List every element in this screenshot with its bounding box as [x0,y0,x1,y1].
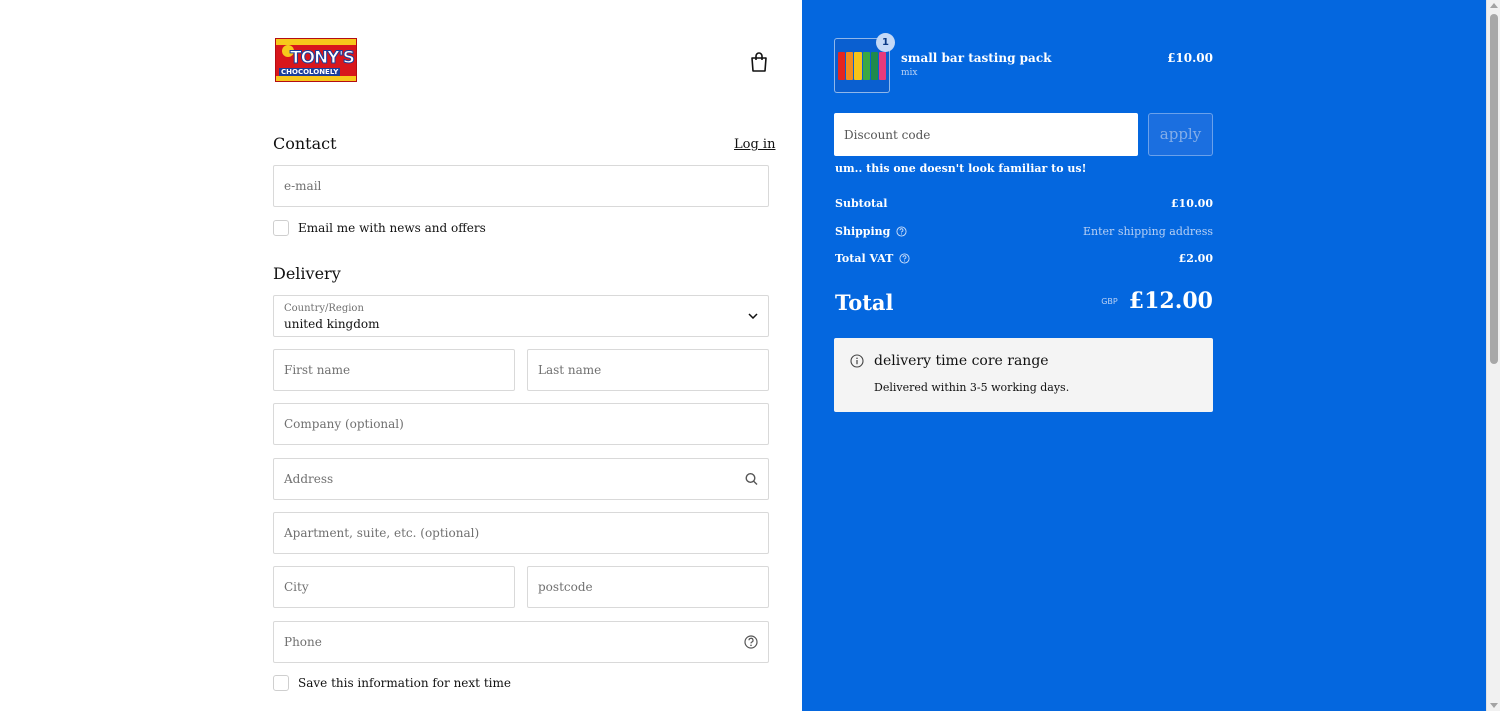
apply-discount-button[interactable]: apply [1148,113,1213,156]
scroll-down-arrow-icon[interactable] [1490,703,1498,708]
country-label: Country/Region [284,303,364,314]
vat-label-text: Total VAT [835,252,894,265]
logo-subtext: CHOCOLONELY [279,68,341,76]
total-value-group: GBP £12.00 [1000,288,1213,314]
first-name-field[interactable]: First name [273,349,515,391]
checkout-form-panel: TONY'S CHOCOLONELY Contact Log in e-mail… [0,0,802,711]
last-name-field[interactable]: Last name [527,349,769,391]
country-select[interactable]: Country/Region united kingdom [273,295,769,337]
logo-stripe-bottom [276,76,356,81]
news-checkbox-row[interactable]: Email me with news and offers [273,220,486,236]
discount-placeholder: Discount code [844,127,931,142]
delivery-info-body: Delivered within 3-5 working days. [874,381,1070,394]
first-name-placeholder: First name [284,363,351,377]
contact-heading: Contact [273,134,337,153]
subtotal-label-text: Subtotal [835,197,888,210]
delivery-info-title: delivery time core range [874,353,1049,369]
discount-code-input[interactable]: Discount code [834,113,1138,156]
postcode-placeholder: postcode [538,580,593,594]
save-info-label: Save this information for next time [298,676,511,690]
news-checkbox-label: Email me with news and offers [298,221,486,235]
total-currency: GBP [1101,297,1118,306]
product-variant: mix [901,68,918,78]
product-price: £10.00 [1167,51,1213,65]
shopping-bag-icon[interactable] [749,51,769,73]
email-placeholder: e-mail [284,179,322,193]
shipping-label: Shipping [835,225,907,238]
news-checkbox[interactable] [273,220,289,236]
save-info-checkbox[interactable] [273,675,289,691]
country-value: united kingdom [284,317,380,331]
company-field[interactable]: Company (optional) [273,403,769,445]
tonys-chocolonely-logo[interactable]: TONY'S CHOCOLONELY [275,38,357,82]
page-scrollbar[interactable] [1486,0,1500,711]
total-label: Total [835,290,894,315]
delivery-info-box: delivery time core range Delivered withi… [834,338,1213,412]
logo-wordmark: TONY'S [289,48,355,69]
scrollbar-thumb[interactable] [1490,14,1498,364]
search-icon [745,472,758,485]
chevron-down-icon [748,313,758,319]
last-name-placeholder: Last name [538,363,602,377]
vat-value: £2.00 [1178,252,1213,265]
address-placeholder: Address [284,472,334,486]
apartment-field[interactable]: Apartment, suite, etc. (optional) [273,512,769,554]
discount-error-message: um.. this one doesn't look familiar to u… [835,162,1087,175]
address-field[interactable]: Address [273,458,769,500]
quantity-badge: 1 [876,33,895,52]
shipping-label-text: Shipping [835,225,891,238]
question-circle-icon[interactable] [744,635,758,649]
subtotal-label: Subtotal [835,197,887,210]
subtotal-value: £10.00 [1170,197,1213,210]
phone-field[interactable]: Phone [273,621,769,663]
apartment-placeholder: Apartment, suite, etc. (optional) [284,526,480,540]
city-field[interactable]: City [273,566,515,608]
vat-help-icon[interactable] [899,253,910,264]
product-name: small bar tasting pack [901,51,1052,65]
info-icon [850,354,864,368]
company-placeholder: Company (optional) [284,417,404,431]
phone-placeholder: Phone [284,635,322,649]
save-info-checkbox-row[interactable]: Save this information for next time [273,675,511,691]
product-image-bars [838,52,887,80]
postcode-field[interactable]: postcode [527,566,769,608]
shipping-help-icon[interactable] [896,226,907,237]
total-amount: £12.00 [1128,288,1213,314]
shipping-value: Enter shipping address [1083,225,1213,238]
email-field[interactable]: e-mail [273,165,769,207]
delivery-heading: Delivery [273,264,341,283]
vat-label: Total VAT [835,252,910,265]
city-placeholder: City [284,580,309,594]
log-in-link[interactable]: Log in [734,137,775,152]
scroll-up-arrow-icon[interactable] [1490,3,1498,8]
